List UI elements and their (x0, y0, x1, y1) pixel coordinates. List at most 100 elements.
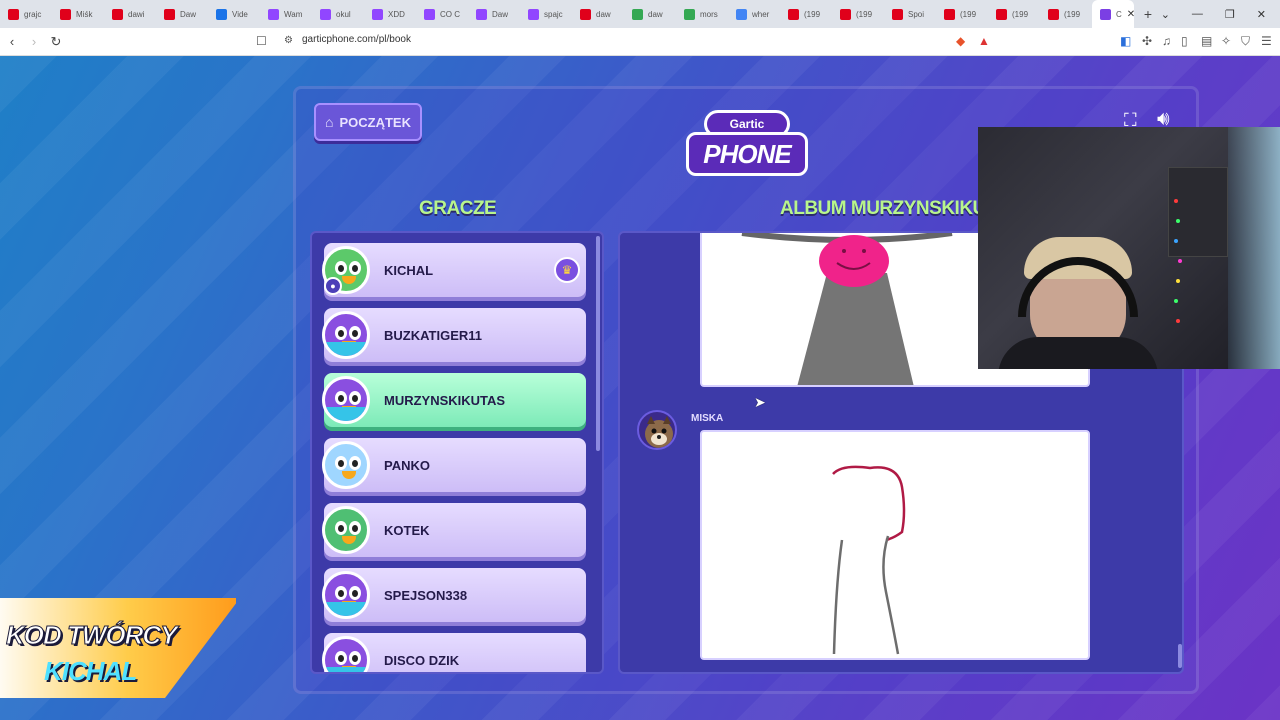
tab-label: grajc (24, 9, 42, 19)
youtube-icon (580, 8, 591, 20)
players-title: GRACZE (419, 198, 497, 219)
player-name: MURZYNSKIKUTAS (384, 393, 506, 408)
vpn-icon[interactable]: ⛉ (1241, 34, 1250, 49)
meta-icon (216, 8, 227, 20)
browser-tab[interactable]: wher (728, 0, 780, 28)
player-name: KICHAL (384, 263, 434, 278)
browser-tab[interactable]: mors (676, 0, 728, 28)
browser-tab[interactable]: XDD (364, 0, 416, 28)
player-avatar (322, 311, 370, 359)
twitch-icon (372, 8, 383, 20)
browser-tab[interactable]: Miśk (52, 0, 104, 28)
player-row[interactable]: SPEJSON338 (322, 568, 586, 622)
browser-tab[interactable]: Daw (156, 0, 208, 28)
browser-tab[interactable]: (199 (936, 0, 988, 28)
leo-ai-icon[interactable]: ✧ (1221, 34, 1231, 48)
youtube-icon (60, 8, 71, 20)
browser-tab[interactable]: (199 (832, 0, 884, 28)
media-icon[interactable]: ♫ (1162, 34, 1171, 48)
tab-label: (199 (804, 9, 821, 19)
drive-icon (684, 8, 695, 20)
player-row[interactable]: KICHAL ♛ ● (322, 243, 586, 297)
home-button[interactable]: ⌂ POCZĄTEK (314, 103, 422, 141)
extensions-icon[interactable]: ✣ (1142, 34, 1152, 48)
browser-tab[interactable]: dawi (104, 0, 156, 28)
player-avatar (322, 571, 370, 619)
window-controls: ⌄ — ❐ ✕ (1161, 0, 1280, 28)
menu-icon[interactable]: ☰ (1261, 34, 1272, 48)
browser-tab[interactable]: grajc (0, 0, 52, 28)
player-avatar (322, 441, 370, 489)
player-row[interactable]: KOTEK (322, 503, 586, 557)
player-row[interactable]: DISCO DZIK (322, 633, 586, 672)
tab-label: (199 (1064, 9, 1081, 19)
host-crown-icon: ♛ (554, 257, 580, 283)
tab-label: (199 (1012, 9, 1029, 19)
player-avatar (322, 376, 370, 424)
brave-shields-icon[interactable]: ◆ (956, 34, 965, 48)
tab-label: Daw (180, 9, 197, 19)
player-name: BUZKATIGER11 (384, 328, 482, 343)
player-row[interactable]: BUZKATIGER11 (322, 308, 586, 362)
sidebar-icon[interactable]: ▯ (1181, 34, 1188, 48)
browser-tab[interactable]: daw (624, 0, 676, 28)
players-scrollbar[interactable] (596, 236, 600, 451)
back-icon[interactable]: ‹ (2, 34, 22, 49)
close-window-icon[interactable]: ✕ (1257, 8, 1266, 21)
creator-code-label: KOD TWÓRCY (6, 620, 179, 651)
player-row[interactable]: MURZYNSKIKUTAS (322, 373, 586, 427)
brave-rewards-icon[interactable]: ▲ (978, 34, 990, 48)
author-avatar (637, 410, 677, 450)
tab-label: wher (752, 9, 770, 19)
browser-tab[interactable]: (199 (988, 0, 1040, 28)
browser-tab[interactable]: Vide (208, 0, 260, 28)
tab-label: Wam (284, 9, 303, 19)
browser-tab[interactable]: (199 (1040, 0, 1092, 28)
reload-icon[interactable]: ↻ (46, 34, 66, 50)
browser-tab[interactable]: Spoi (884, 0, 936, 28)
gartic-phone-logo: Gartic PHONE (686, 104, 808, 180)
player-name: SPEJSON338 (384, 588, 468, 603)
wallet-icon[interactable]: ▤ (1201, 34, 1212, 48)
tab-search-icon[interactable]: ⌄ (1161, 8, 1170, 21)
browser-tab-active[interactable]: C ✕ (1092, 0, 1134, 28)
tab-label: Daw (492, 9, 509, 19)
browser-tab[interactable]: (199 (780, 0, 832, 28)
tab-label: daw (596, 9, 611, 19)
browser-tab[interactable]: spajc (520, 0, 572, 28)
tab-label: XDD (388, 9, 405, 19)
translate-icon[interactable]: ◧ (1120, 34, 1131, 48)
bookmark-icon[interactable]: ☐ (256, 34, 267, 48)
tab-label: okul (336, 9, 351, 19)
tab-label: mors (700, 9, 718, 19)
browser-tab[interactable]: daw (572, 0, 624, 28)
browser-tab[interactable]: Wam (260, 0, 312, 28)
tab-label: (199 (960, 9, 977, 19)
restore-icon[interactable]: ❐ (1225, 8, 1235, 21)
gartic-icon (1100, 8, 1111, 20)
new-tab-button[interactable]: + (1134, 6, 1162, 22)
youtube-icon (164, 8, 175, 20)
creator-code-value: KICHAL (44, 656, 137, 686)
home-icon: ⌂ (325, 114, 334, 130)
forward-icon[interactable]: › (24, 34, 44, 49)
youtube-icon (892, 8, 903, 20)
twitch-icon (528, 8, 539, 20)
minimize-icon[interactable]: — (1192, 8, 1203, 20)
browser-tab[interactable]: CO C (416, 0, 468, 28)
tab-label: daw (648, 9, 663, 19)
browser-tab[interactable]: okul (312, 0, 364, 28)
address-bar: ‹ › ↻ ☐ ⚙ garticphone.com/pl/book ◆ ▲ ◧ … (0, 28, 1280, 56)
player-avatar (322, 506, 370, 554)
url-field[interactable]: garticphone.com/pl/book (302, 34, 411, 45)
close-tab-icon[interactable]: ✕ (1127, 9, 1134, 20)
album-scrollbar[interactable] (1178, 644, 1182, 668)
youtube-icon (788, 8, 799, 20)
twitch-icon (320, 8, 331, 20)
browser-tab[interactable]: Daw (468, 0, 520, 28)
player-row[interactable]: PANKO (322, 438, 586, 492)
site-info-icon[interactable]: ⚙ (284, 35, 293, 46)
home-button-label: POCZĄTEK (339, 114, 411, 130)
player-name: KOTEK (384, 523, 430, 538)
tab-label: C (1116, 9, 1122, 19)
